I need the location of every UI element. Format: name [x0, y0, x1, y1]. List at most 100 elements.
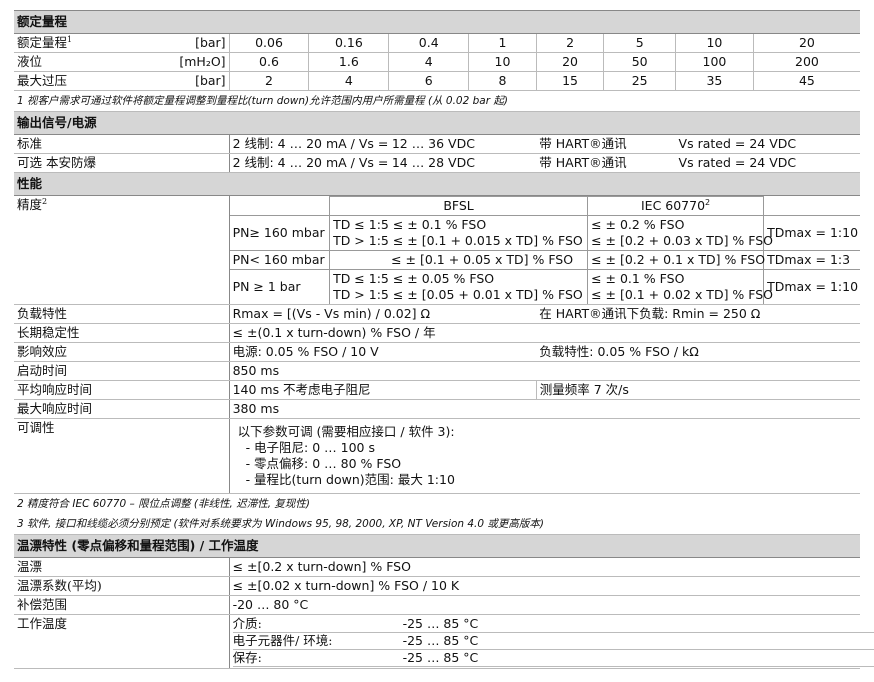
- cell: Vs rated = 24 VDC: [675, 134, 860, 154]
- adjust-line: - 零点偏移: 0 … 80 % FSO: [245, 456, 402, 471]
- table-row: 长期稳定性 ≤ ±(0.1 x turn-down) % FSO / 年: [14, 323, 860, 343]
- cell: Vs rated = 24 VDC: [675, 153, 860, 173]
- adjust-line: - 量程比(turn down)范围: 最大 1:10: [245, 472, 455, 487]
- datasheet: 额定量程 额定量程1 [bar] 0.06 0.16 0.4 1 2 5 10 …: [14, 10, 874, 669]
- table-row: 工作温度 介质: -25 … 85 °C 电子元器件/ 环境: -25 … 85 °…: [14, 614, 874, 669]
- cell: 2: [535, 33, 604, 53]
- footnote-row: 2 精度符合 IEC 60770 – 限位点调整 (非线性, 迟滞性, 复现性): [14, 494, 860, 515]
- row-label: 精度: [17, 197, 43, 212]
- adjust-line: 以下参数可调 (需要相应接口 / 软件 3):: [237, 424, 455, 439]
- table-row: 补偿范围 -20 … 80 °C: [14, 595, 860, 615]
- column-header: BFSL: [329, 196, 589, 216]
- cell: 4: [308, 71, 389, 91]
- row-label: 最大过压: [14, 71, 158, 91]
- cell: 200: [752, 52, 860, 72]
- cell: 2: [228, 71, 309, 91]
- row-label: 平均响应时间: [14, 380, 230, 400]
- row-label: 温漂系数(平均): [14, 576, 230, 596]
- cell: 12 … 36 VDC: [388, 134, 537, 154]
- row-label: 标准: [14, 134, 230, 154]
- cell: 850 ms: [228, 361, 860, 381]
- section-header-temp: 温漂特性 (零点偏移和量程范围) / 工作温度: [14, 534, 860, 558]
- cell: 15: [535, 71, 604, 91]
- row-label: 液位: [14, 52, 158, 72]
- cell: 100: [675, 52, 754, 72]
- cell: 14 … 28 VDC: [388, 153, 537, 173]
- cell: 0.4: [388, 33, 469, 53]
- section-title: 输出信号/电源: [14, 111, 860, 135]
- footnote-row: 1 视客户需求可通过软件将额定量程调整到量程比(turn down)允许范围内用…: [14, 90, 860, 112]
- row-label: 温漂: [14, 557, 230, 577]
- cell: 25: [603, 71, 676, 91]
- row-label: 负载特性: [14, 304, 230, 324]
- cell: 45: [752, 71, 860, 91]
- table-row: 精度2 BFSL IEC 607702 PN≥ 160 mbar TD ≤ 1:5…: [14, 195, 860, 305]
- cell: 4: [388, 52, 469, 72]
- cell: 1.6: [308, 52, 389, 72]
- table-row: 额定量程1 [bar] 0.06 0.16 0.4 1 2 5 10 20: [14, 33, 860, 53]
- row-label: 最大响应时间: [14, 399, 230, 419]
- table-row: 可调性 以下参数可调 (需要相应接口 / 软件 3): - 电子阻尼: 0 … …: [14, 418, 860, 494]
- row-label: 长期稳定性: [14, 323, 230, 343]
- row-label: 影响效应: [14, 342, 230, 362]
- section-title: 性能: [14, 172, 860, 196]
- section-header-performance: 性能: [14, 172, 860, 196]
- condition: PN< 160 mbar: [229, 250, 331, 270]
- cell: 带 HART®通讯: [536, 134, 676, 154]
- row-label: 补偿范围: [14, 595, 230, 615]
- row-label: 工作温度: [14, 614, 230, 669]
- cell: 10: [468, 52, 537, 72]
- cell: 0.06: [228, 33, 309, 53]
- cell: 20: [535, 52, 604, 72]
- cell: 140 ms 不考虑电子阻尼: [228, 380, 537, 400]
- table-row: 平均响应时间 140 ms 不考虑电子阻尼 测量频率 7 次/s: [14, 380, 860, 400]
- unit: [bar]: [157, 71, 230, 91]
- td-max: TDmax = 1:3: [763, 250, 860, 270]
- cell: ≤ ±[0.02 x turn-down] % FSO / 10 K: [228, 576, 860, 596]
- table-row: 影响效应 电源: 0.05 % FSO / 10 V 负载特性: 0.05 % …: [14, 342, 860, 362]
- footnote: 2 精度符合 IEC 60770 – 限位点调整 (非线性, 迟滞性, 复现性): [17, 498, 310, 510]
- footnote-row: 3 软件, 接口和线缆必须分别预定 (软件对系统要求为 Windows 95, …: [14, 514, 860, 535]
- condition: PN≥ 160 mbar: [229, 215, 331, 251]
- cell: 负载特性: 0.05 % FSO / kΩ: [536, 342, 860, 362]
- footnote: 1 视客户需求可通过软件将额定量程调整到量程比(turn down)允许范围内用…: [14, 90, 860, 112]
- footnote-ref: 2: [42, 196, 48, 206]
- table-row: 温漂系数(平均) ≤ ±[0.02 x turn-down] % FSO / 1…: [14, 576, 860, 596]
- section-header-output: 输出信号/电源: [14, 111, 860, 135]
- cell: 6: [388, 71, 469, 91]
- work-temp-list: 介质: -25 … 85 °C 电子元器件/ 环境: -25 … 85 °C 保存:…: [232, 616, 874, 667]
- row-label: 可调性: [14, 418, 230, 494]
- cell: 20: [752, 33, 860, 53]
- section-header-rated: 额定量程: [14, 10, 860, 34]
- table-row: 最大响应时间 380 ms: [14, 399, 860, 419]
- td-max: TDmax = 1:10: [763, 215, 860, 251]
- cell: 8: [468, 71, 537, 91]
- table-row: 温漂 ≤ ±[0.2 x turn-down] % FSO: [14, 557, 860, 577]
- cell: ≤ ±[0.2 x turn-down] % FSO: [228, 557, 860, 577]
- cell: 35: [675, 71, 754, 91]
- unit: [mH₂O]: [157, 52, 230, 72]
- cell: 测量频率 7 次/s: [535, 380, 860, 400]
- cell: Rmax = [(Vs - Vs min) / 0.02] Ω: [228, 304, 537, 324]
- cell: 2 线制: 4 … 20 mA / Vs =: [228, 134, 389, 154]
- condition: PN ≥ 1 bar: [229, 269, 331, 304]
- cell: 2 线制: 4 … 20 mA / Vs =: [228, 153, 389, 173]
- table-row: 可选 本安防爆 2 线制: 4 … 20 mA / Vs = 14 … 28 V…: [14, 153, 860, 173]
- section-title: 温漂特性 (零点偏移和量程范围) / 工作温度: [14, 534, 860, 558]
- cell: 0.6: [228, 52, 309, 72]
- column-header: IEC 60770: [640, 198, 706, 213]
- spec-table: 额定量程 额定量程1 [bar] 0.06 0.16 0.4 1 2 5 10 …: [14, 10, 874, 669]
- footnote: 3 软件, 接口和线缆必须分别预定 (软件对系统要求为 Windows 95, …: [14, 514, 860, 535]
- footnote-ref: 1: [67, 34, 73, 44]
- section-title: 额定量程: [14, 10, 860, 34]
- row-label: 可选 本安防爆: [14, 153, 230, 173]
- cell: ≤ ±(0.1 x turn-down) % FSO / 年: [228, 323, 860, 343]
- row-label: 额定量程: [17, 35, 68, 50]
- cell: 0.16: [308, 33, 389, 53]
- cell: 380 ms: [228, 399, 860, 419]
- table-row: 最大过压 [bar] 2 4 6 8 15 25 35 45: [14, 71, 860, 91]
- cell: 电源: 0.05 % FSO / 10 V: [228, 342, 537, 362]
- td-max: TDmax = 1:10: [763, 269, 860, 304]
- cell: 10: [675, 33, 754, 53]
- cell: 在 HART®通讯下负载: Rmin = 250 Ω: [536, 304, 860, 324]
